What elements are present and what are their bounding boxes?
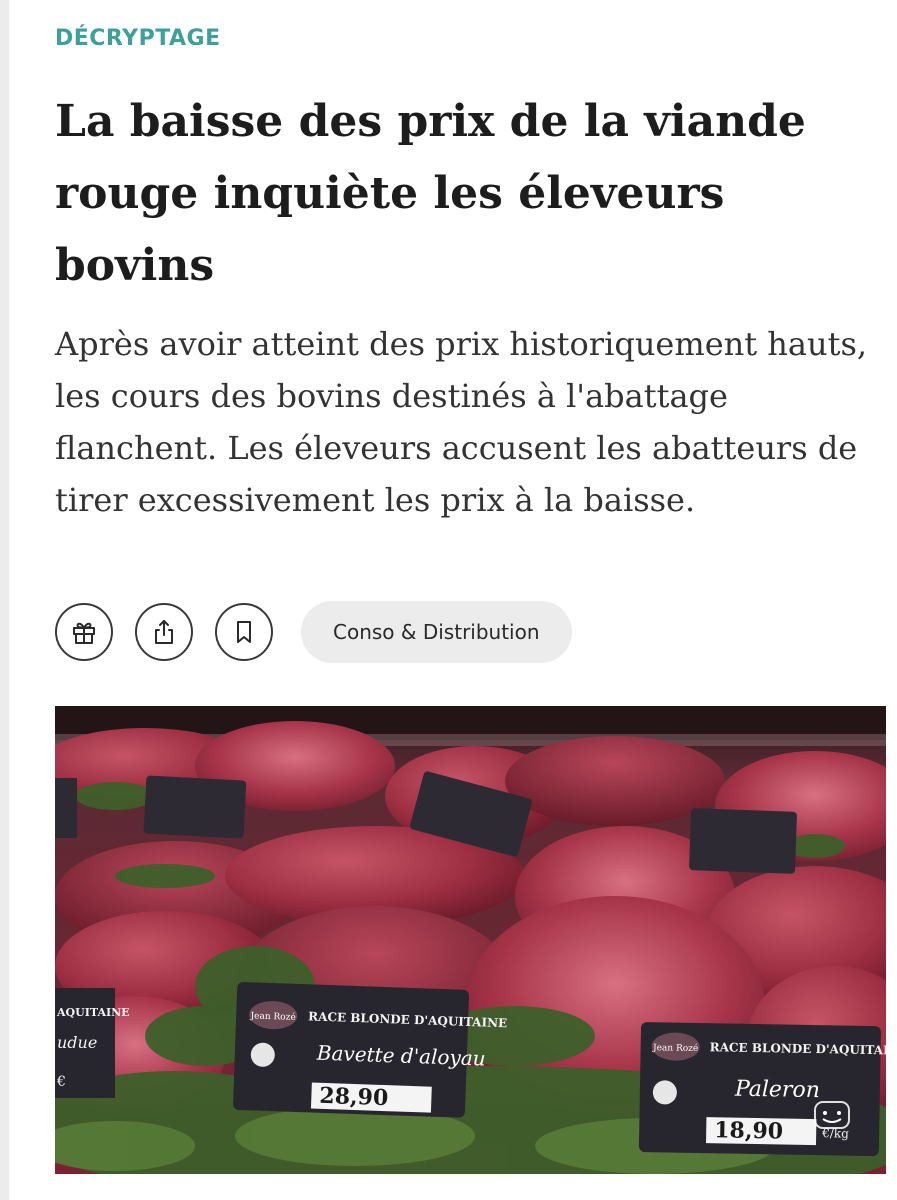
svg-text:€: €	[404, 1095, 413, 1109]
gift-icon	[73, 622, 95, 644]
left-border	[0, 0, 9, 1200]
article-actions: Conso & Distribution	[55, 601, 572, 663]
article-lede: Après avoir atteint des prix historiquem…	[55, 325, 868, 519]
bookmark-button[interactable]	[215, 603, 273, 661]
price-label-paleron: Jean Rozé RACE BLONDE D'AQUITAINE Palero…	[638, 1022, 886, 1157]
article-headline: La baisse des prix de la viande rouge in…	[55, 96, 806, 291]
svg-text:Jean Rozé: Jean Rozé	[652, 1042, 698, 1054]
category-tag[interactable]: Conso & Distribution	[301, 601, 572, 663]
svg-text:18,90: 18,90	[714, 1117, 783, 1144]
share-button[interactable]	[135, 603, 193, 661]
bookmark-icon	[237, 621, 251, 643]
svg-text:udue: udue	[57, 1033, 97, 1052]
svg-text:€: €	[56, 1074, 66, 1090]
article-kicker[interactable]: DÉCRYPTAGE	[55, 26, 221, 51]
hero-image: AQUITAINE udue € Jean Rozé RACE BLONDE D…	[55, 706, 886, 1174]
svg-text:AQUITAINE: AQUITAINE	[56, 1006, 130, 1019]
svg-text:Paleron: Paleron	[734, 1077, 820, 1103]
share-icon	[155, 620, 173, 644]
gift-button[interactable]	[55, 603, 113, 661]
svg-text:Jean Rozé: Jean Rozé	[249, 1010, 296, 1023]
meat-display-photo: AQUITAINE udue € Jean Rozé RACE BLONDE D…	[55, 706, 886, 1174]
svg-text:28,90: 28,90	[319, 1083, 389, 1111]
